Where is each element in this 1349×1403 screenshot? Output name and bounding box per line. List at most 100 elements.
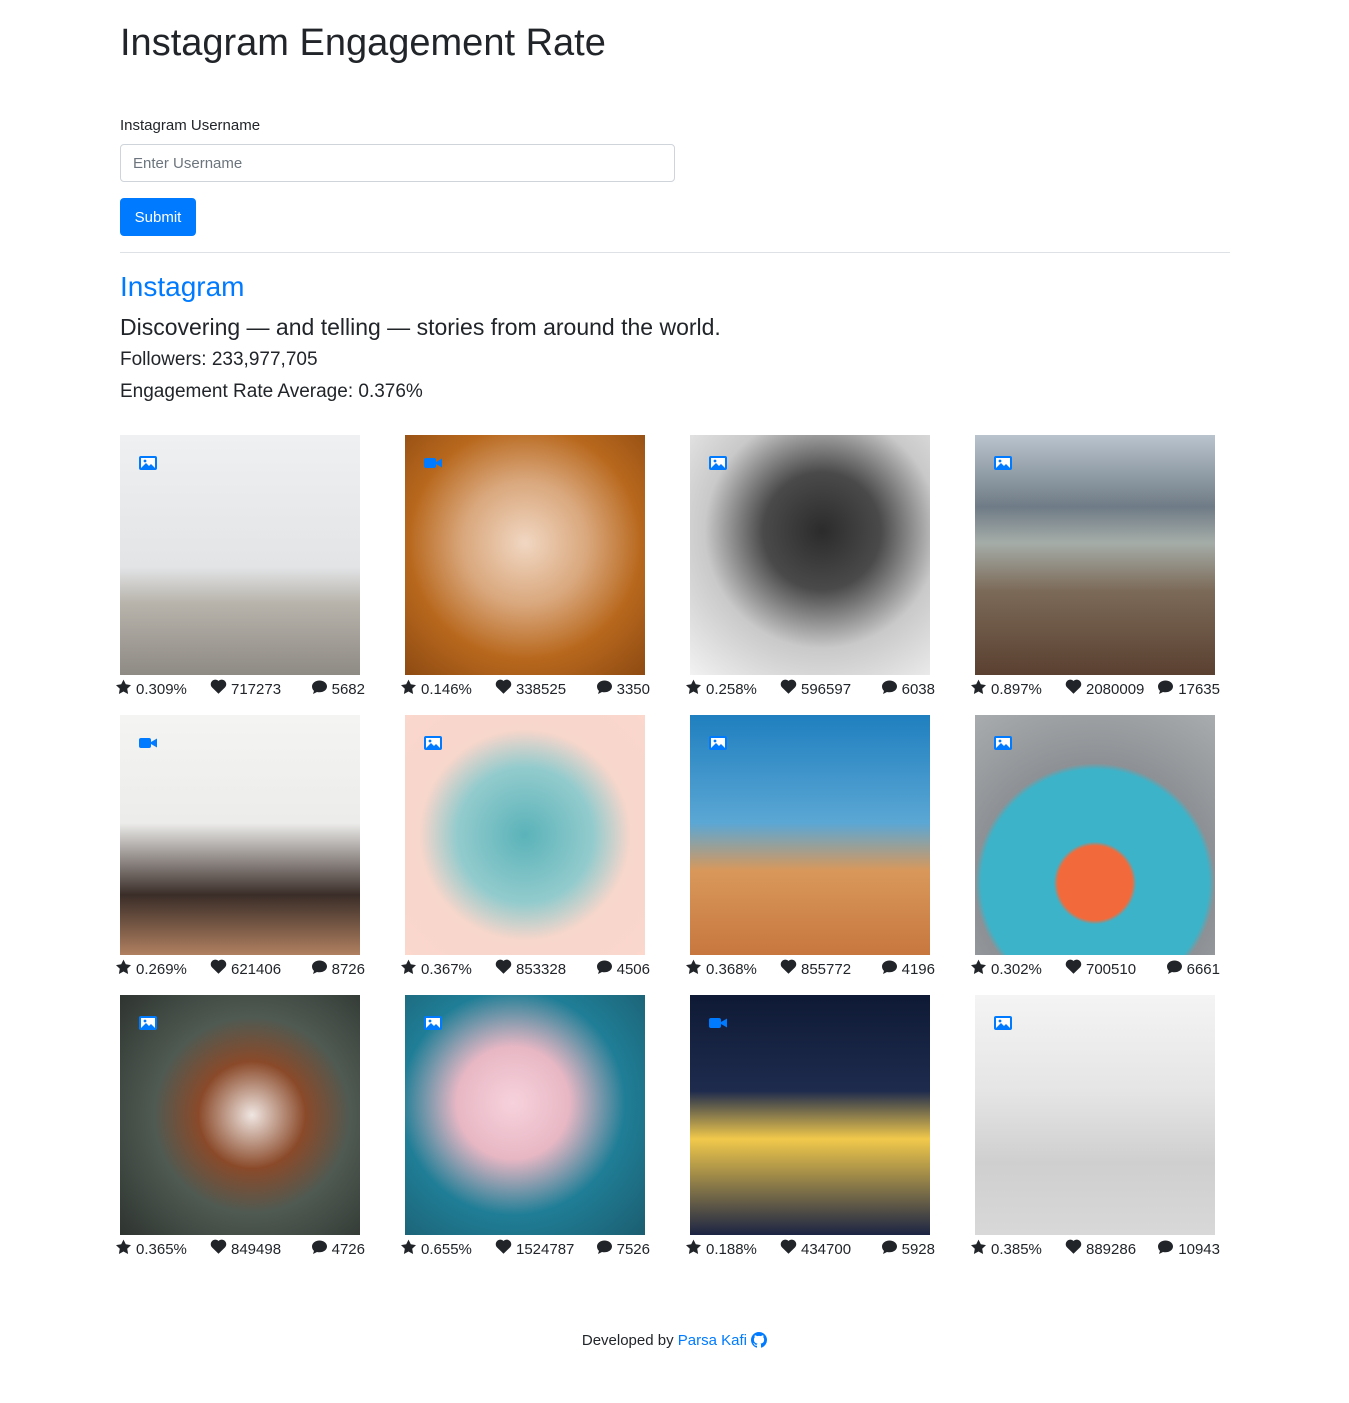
likes-value: 889286 bbox=[1086, 1241, 1137, 1258]
likes: 434700 bbox=[780, 1239, 851, 1261]
likes-value: 853328 bbox=[516, 961, 567, 978]
comments-value: 3350 bbox=[616, 681, 650, 698]
heart-icon bbox=[210, 679, 231, 701]
image-icon bbox=[993, 1015, 1013, 1031]
comments-value: 8726 bbox=[331, 961, 365, 978]
post-thumbnail[interactable] bbox=[405, 435, 645, 675]
comments: 4726 bbox=[311, 1239, 365, 1261]
comments: 6038 bbox=[881, 679, 935, 701]
post-thumbnail[interactable] bbox=[120, 435, 360, 675]
star-icon bbox=[970, 1239, 991, 1261]
post-thumbnail[interactable] bbox=[975, 435, 1215, 675]
star-icon bbox=[685, 679, 706, 701]
comment-icon bbox=[596, 959, 617, 981]
post-thumbnail[interactable] bbox=[690, 715, 930, 955]
comment-icon bbox=[1157, 1239, 1178, 1261]
post-stats: 0.367% 853328 4506 bbox=[400, 959, 660, 979]
post-card: 0.258% 596597 6038 bbox=[686, 435, 950, 705]
heart-icon bbox=[495, 679, 516, 701]
author-link[interactable]: Parsa Kafi bbox=[677, 1332, 768, 1349]
account-bio: Discovering — and telling — stories from… bbox=[120, 314, 721, 340]
likes-value: 434700 bbox=[801, 1241, 852, 1258]
engagement-rate-value: 0.365% bbox=[136, 1241, 187, 1258]
comments: 4196 bbox=[881, 959, 935, 981]
star-icon bbox=[400, 959, 421, 981]
engagement-rate-value: 0.655% bbox=[421, 1241, 472, 1258]
post-card: 0.655% 1524787 7526 bbox=[401, 995, 665, 1265]
likes-value: 700510 bbox=[1086, 961, 1137, 978]
image-icon bbox=[423, 1015, 443, 1031]
comments: 5682 bbox=[311, 679, 365, 701]
post-card: 0.269% 621406 8726 bbox=[116, 715, 380, 985]
likes-value: 849498 bbox=[231, 1241, 282, 1258]
star-icon bbox=[970, 959, 991, 981]
username-input[interactable] bbox=[120, 144, 675, 182]
comments-value: 5682 bbox=[331, 681, 365, 698]
comments-value: 6661 bbox=[1186, 961, 1220, 978]
likes-value: 621406 bbox=[231, 961, 282, 978]
divider bbox=[120, 252, 1230, 253]
comments: 4506 bbox=[596, 959, 650, 981]
post-stats: 0.188% 434700 5928 bbox=[685, 1239, 945, 1259]
comments: 7526 bbox=[596, 1239, 650, 1261]
engagement-rate-value: 0.188% bbox=[706, 1241, 757, 1258]
post-thumbnail[interactable] bbox=[120, 715, 360, 955]
account-name-link[interactable]: Instagram bbox=[120, 270, 245, 304]
likes-value: 338525 bbox=[516, 681, 567, 698]
post-thumbnail[interactable] bbox=[975, 715, 1215, 955]
engagement-rate: 0.897% bbox=[970, 679, 1042, 701]
post-thumbnail[interactable] bbox=[975, 995, 1215, 1235]
video-icon bbox=[423, 455, 443, 471]
comment-icon bbox=[311, 1239, 332, 1261]
post-stats: 0.146% 338525 3350 bbox=[400, 679, 660, 699]
comments: 8726 bbox=[311, 959, 365, 981]
heart-icon bbox=[210, 959, 231, 981]
star-icon bbox=[115, 679, 136, 701]
comments: 17635 bbox=[1157, 679, 1220, 701]
likes-value: 1524787 bbox=[516, 1241, 575, 1258]
post-thumbnail[interactable] bbox=[405, 715, 645, 955]
likes: 338525 bbox=[495, 679, 566, 701]
engagement-rate-value: 0.146% bbox=[421, 681, 472, 698]
engagement-rate: 0.368% bbox=[685, 959, 757, 981]
post-thumbnail[interactable] bbox=[405, 995, 645, 1235]
likes: 2080009 bbox=[1065, 679, 1144, 701]
comment-icon bbox=[1157, 679, 1178, 701]
likes: 621406 bbox=[210, 959, 281, 981]
heart-icon bbox=[1065, 959, 1086, 981]
likes: 853328 bbox=[495, 959, 566, 981]
post-thumbnail[interactable] bbox=[690, 995, 930, 1235]
comment-icon bbox=[1166, 959, 1187, 981]
author-name: Parsa Kafi bbox=[677, 1332, 747, 1349]
comments: 3350 bbox=[596, 679, 650, 701]
page-title: Instagram Engagement Rate bbox=[120, 22, 606, 64]
likes-value: 2080009 bbox=[1086, 681, 1145, 698]
post-stats: 0.365% 849498 4726 bbox=[115, 1239, 375, 1259]
engagement-rate: 0.146% bbox=[400, 679, 472, 701]
submit-button[interactable]: Submit bbox=[120, 198, 196, 236]
post-thumbnail[interactable] bbox=[690, 435, 930, 675]
comments-value: 7526 bbox=[616, 1241, 650, 1258]
likes: 596597 bbox=[780, 679, 851, 701]
post-stats: 0.258% 596597 6038 bbox=[685, 679, 945, 699]
post-stats: 0.269% 621406 8726 bbox=[115, 959, 375, 979]
post-stats: 0.309% 717273 5682 bbox=[115, 679, 375, 699]
comment-icon bbox=[881, 959, 902, 981]
post-thumbnail[interactable] bbox=[120, 995, 360, 1235]
comments-value: 5928 bbox=[901, 1241, 935, 1258]
comment-icon bbox=[596, 1239, 617, 1261]
engagement-rate-value: 0.309% bbox=[136, 681, 187, 698]
likes: 855772 bbox=[780, 959, 851, 981]
engagement-rate-average: Engagement Rate Average: 0.376% bbox=[120, 381, 423, 402]
engagement-rate: 0.385% bbox=[970, 1239, 1042, 1261]
engagement-rate: 0.258% bbox=[685, 679, 757, 701]
engagement-rate: 0.302% bbox=[970, 959, 1042, 981]
star-icon bbox=[685, 959, 706, 981]
heart-icon bbox=[210, 1239, 231, 1261]
engagement-rate: 0.188% bbox=[685, 1239, 757, 1261]
post-stats: 0.385% 889286 10943 bbox=[970, 1239, 1230, 1259]
post-card: 0.146% 338525 3350 bbox=[401, 435, 665, 705]
likes: 700510 bbox=[1065, 959, 1136, 981]
post-stats: 0.655% 1524787 7526 bbox=[400, 1239, 660, 1259]
engagement-rate: 0.365% bbox=[115, 1239, 187, 1261]
